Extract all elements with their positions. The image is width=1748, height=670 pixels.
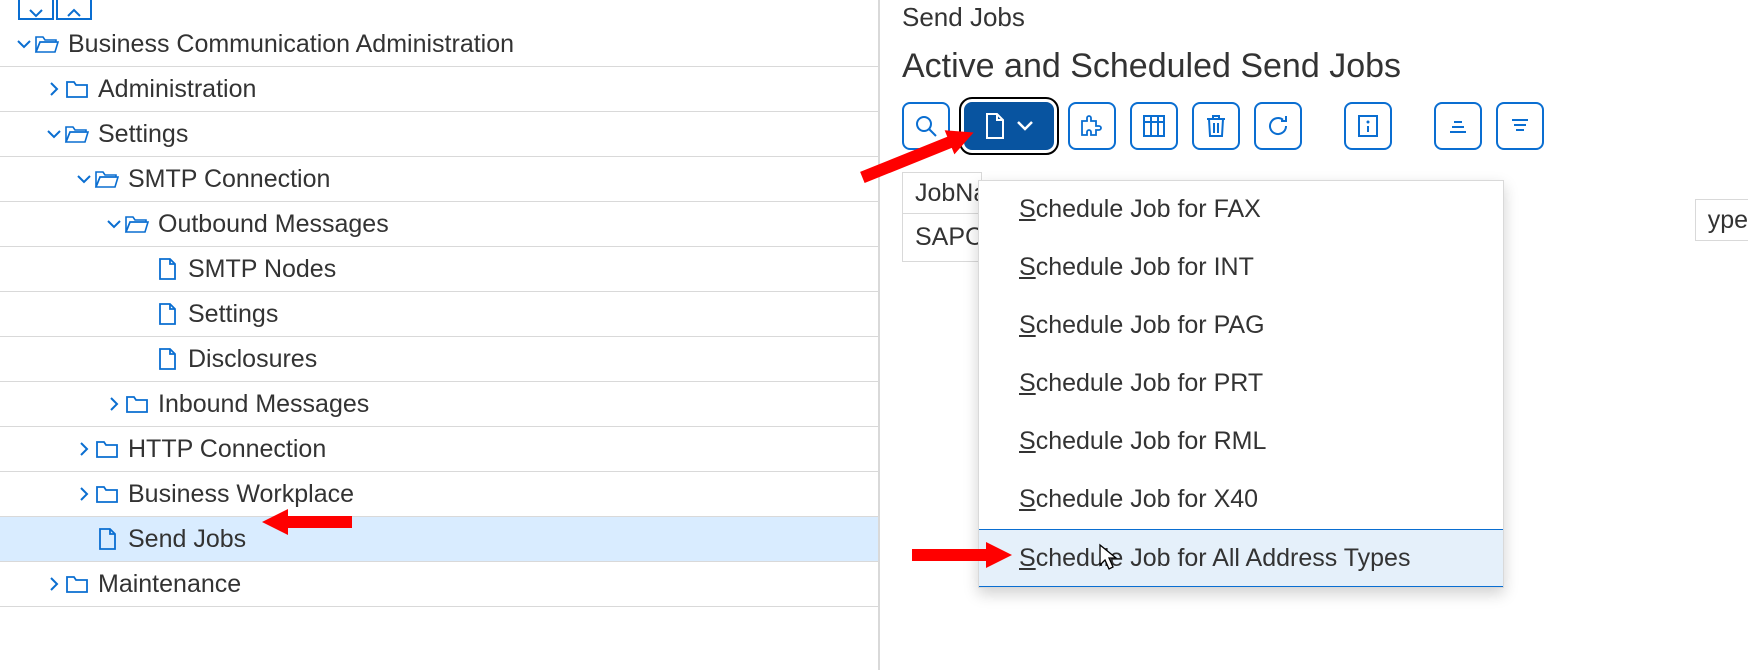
tree-item[interactable]: HTTP Connection <box>0 427 878 472</box>
tree-item[interactable]: Business Workplace <box>0 472 878 517</box>
page-title: Send Jobs <box>902 2 1748 33</box>
folder-icon <box>64 571 90 597</box>
menu-item-label: Schedule Job for FAX <box>1019 195 1261 224</box>
delete-button[interactable] <box>1192 102 1240 150</box>
document-icon <box>154 346 180 372</box>
chevron-down-icon <box>1016 120 1034 132</box>
menu-item[interactable]: Schedule Job for FAX <box>979 181 1503 239</box>
columns-icon <box>1142 114 1166 138</box>
chevron-right-icon[interactable] <box>74 486 94 502</box>
trash-icon <box>1205 114 1227 138</box>
chevron-down-icon[interactable] <box>74 173 94 185</box>
tree-item[interactable]: SMTP Connection <box>0 157 878 202</box>
folder-open-icon <box>64 121 90 147</box>
collapse-all-button[interactable] <box>18 0 54 20</box>
cell-jobname: SAPC <box>902 214 982 262</box>
chevron-right-icon[interactable] <box>44 81 64 97</box>
tree-item-label: Outbound Messages <box>158 210 389 239</box>
sort-asc-button[interactable] <box>1434 102 1482 150</box>
create-dropdown-menu: Schedule Job for FAX Schedule Job for INT… <box>978 180 1504 588</box>
layout-button[interactable] <box>1130 102 1178 150</box>
tree-item[interactable]: Administration <box>0 67 878 112</box>
menu-item-label: Schedule Job for All Address Types <box>1019 544 1410 573</box>
sort-asc-icon <box>1446 116 1470 136</box>
navigation-tree-pane: Business Communication Administration Adm… <box>0 0 880 670</box>
content-pane: Send Jobs Active and Scheduled Send Jobs <box>880 0 1748 670</box>
tree-item-label: Settings <box>188 300 278 329</box>
document-icon <box>94 526 120 552</box>
menu-item[interactable]: Schedule Job for X40 <box>979 471 1503 529</box>
column-header-jobname[interactable]: JobName <box>902 172 982 214</box>
menu-item-label: Schedule Job for X40 <box>1019 485 1258 514</box>
document-icon <box>154 256 180 282</box>
tree-item[interactable]: Settings <box>0 112 878 157</box>
folder-open-icon <box>94 166 120 192</box>
tree-item[interactable]: SMTP Nodes <box>0 247 878 292</box>
expand-all-button[interactable] <box>56 0 92 20</box>
menu-item[interactable]: Schedule Job for PAG <box>979 297 1503 355</box>
column-header-label: ype <box>1708 206 1748 235</box>
chevron-right-icon[interactable] <box>44 576 64 592</box>
menu-item-label: Schedule Job for INT <box>1019 253 1254 282</box>
refresh-button[interactable] <box>1254 102 1302 150</box>
tree-item-label: Disclosures <box>188 345 317 374</box>
tree-item-label: Business Communication Administration <box>68 30 514 59</box>
toolbar <box>902 102 1748 150</box>
tree-item-label: SMTP Nodes <box>188 255 336 284</box>
tree-item-label: Administration <box>98 75 256 104</box>
chevron-down-icon[interactable] <box>44 128 64 140</box>
tree-item-label: Inbound Messages <box>158 390 369 419</box>
folder-open-icon <box>34 31 60 57</box>
tree-item-label: Send Jobs <box>128 525 246 554</box>
folder-icon <box>94 481 120 507</box>
variant-button[interactable] <box>1068 102 1116 150</box>
tree-item-label: SMTP Connection <box>128 165 330 194</box>
chevron-down-icon[interactable] <box>104 218 124 230</box>
tree-item[interactable]: Inbound Messages <box>0 382 878 427</box>
folder-open-icon <box>124 211 150 237</box>
menu-item[interactable]: Schedule Job for INT <box>979 239 1503 297</box>
tree-item[interactable]: Settings <box>0 292 878 337</box>
menu-item[interactable]: Schedule Job for All Address Types <box>979 529 1503 587</box>
tree-item-label: Business Workplace <box>128 480 354 509</box>
create-dropdown-button[interactable] <box>964 102 1054 150</box>
chevron-right-icon[interactable] <box>74 441 94 457</box>
document-icon <box>984 113 1006 139</box>
search-icon <box>914 114 938 138</box>
navigation-tree[interactable]: Business Communication Administration Adm… <box>0 22 878 607</box>
sort-desc-button[interactable] <box>1496 102 1544 150</box>
column-header-type[interactable]: ype <box>1695 199 1748 241</box>
chevron-down-icon[interactable] <box>14 38 34 50</box>
section-title: Active and Scheduled Send Jobs <box>902 47 1748 86</box>
puzzle-icon <box>1079 114 1105 138</box>
tree-item[interactable]: Maintenance <box>0 562 878 607</box>
menu-item-label: Schedule Job for RML <box>1019 427 1266 456</box>
folder-icon <box>124 391 150 417</box>
chevron-right-icon[interactable] <box>104 396 124 412</box>
tree-item-label: Maintenance <box>98 570 241 599</box>
folder-icon <box>64 76 90 102</box>
tree-item[interactable]: Disclosures <box>0 337 878 382</box>
tree-item[interactable]: Business Communication Administration <box>0 22 878 67</box>
tree-item[interactable]: Send Jobs <box>0 517 878 562</box>
sort-desc-icon <box>1508 116 1532 136</box>
refresh-icon <box>1265 113 1291 139</box>
info-icon <box>1357 114 1379 138</box>
search-button[interactable] <box>902 102 950 150</box>
tree-item-label: Settings <box>98 120 188 149</box>
menu-item-label: Schedule Job for PAG <box>1019 311 1265 340</box>
cell-value: SAPC <box>915 223 983 252</box>
menu-item-label: Schedule Job for PRT <box>1019 369 1263 398</box>
details-button[interactable] <box>1344 102 1392 150</box>
document-icon <box>154 301 180 327</box>
folder-icon <box>94 436 120 462</box>
tree-mini-controls <box>0 0 878 22</box>
tree-item[interactable]: Outbound Messages <box>0 202 878 247</box>
menu-item[interactable]: Schedule Job for RML <box>979 413 1503 471</box>
tree-item-label: HTTP Connection <box>128 435 326 464</box>
menu-item[interactable]: Schedule Job for PRT <box>979 355 1503 413</box>
